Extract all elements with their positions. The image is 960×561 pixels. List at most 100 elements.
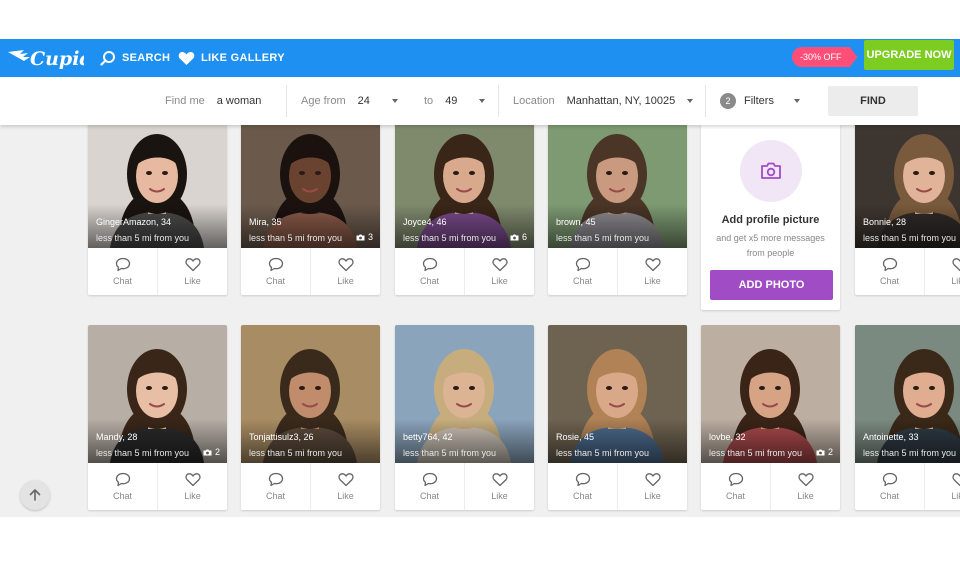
chat-button[interactable]: Chat [241, 248, 310, 295]
like-label: Like [644, 276, 661, 286]
profile-card[interactable]: Tonjattisulz3, 26 less than 5 mi from you… [241, 325, 380, 510]
chat-bubble-icon [882, 472, 897, 487]
nav-search-link[interactable]: SEARCH [100, 39, 170, 77]
profile-card[interactable]: Bonnie, 28 less than 5 mi from you Chat Lik… [855, 125, 960, 295]
app-root: Cupid SEARCH LIKE GALLERY -30% OFF UPGRA… [0, 0, 960, 561]
nav-like-gallery-link[interactable]: LIKE GALLERY [178, 39, 285, 77]
like-label: Like [644, 491, 661, 501]
chat-label: Chat [265, 276, 285, 286]
profile-distance: less than 5 mi from you [709, 448, 803, 458]
like-button[interactable]: Like [617, 248, 687, 295]
heart-icon [644, 473, 661, 487]
like-label: Like [491, 276, 508, 286]
chevron-down-icon [687, 99, 694, 103]
add-photo-button[interactable]: ADD PHOTO [710, 270, 833, 300]
chat-button[interactable]: Chat [548, 248, 617, 295]
divider [286, 85, 287, 117]
filters-label: Filters [744, 95, 774, 107]
heart-icon [951, 473, 960, 487]
like-button[interactable]: Like [617, 463, 687, 510]
chat-button[interactable]: Chat [241, 463, 310, 510]
like-button[interactable]: Like [310, 463, 380, 510]
like-button[interactable]: Like [464, 463, 534, 510]
like-button[interactable]: Like [310, 248, 380, 295]
like-button[interactable]: Like [464, 248, 534, 295]
profile-photo[interactable]: Tonjattisulz3, 26 less than 5 mi from you [241, 325, 380, 463]
profile-photo[interactable]: Antoinette, 33 less than 5 mi from you [855, 325, 960, 463]
chat-bubble-icon [268, 257, 283, 272]
profile-name-age: Antoinette, 33 [863, 432, 919, 442]
like-button[interactable]: Like [157, 248, 227, 295]
profile-card[interactable]: GingerAmazon, 34 less than 5 mi from you C… [88, 125, 227, 295]
camera-icon [356, 234, 365, 240]
camera-icon [510, 234, 519, 240]
profile-card[interactable]: Rosie, 45 less than 5 mi from you Chat Like [548, 325, 687, 510]
age-to-select[interactable]: to 49 [424, 77, 486, 125]
photo-count: 3 [356, 232, 373, 242]
profile-photo[interactable]: brown, 45 less than 5 mi from you [548, 125, 687, 248]
profile-card[interactable]: Antoinette, 33 less than 5 mi from you Cha… [855, 325, 960, 510]
profile-name-age: lovbe, 32 [709, 432, 746, 442]
like-button[interactable]: Like [924, 248, 960, 295]
filters-dropdown[interactable]: 2 Filters [720, 77, 800, 125]
chat-button[interactable]: Chat [88, 463, 157, 510]
profile-photo[interactable]: Bonnie, 28 less than 5 mi from you [855, 125, 960, 248]
profile-photo[interactable]: Mandy, 28 less than 5 mi from you 2 [88, 325, 227, 463]
heart-icon [337, 473, 354, 487]
profile-distance: less than 5 mi from you [556, 233, 650, 243]
find-me-select[interactable]: Find me a woman [165, 77, 261, 125]
like-button[interactable]: Like [770, 463, 840, 510]
profile-photo[interactable]: betty764, 42 less than 5 mi from you [395, 325, 534, 463]
upgrade-now-button[interactable]: UPGRADE NOW [864, 40, 954, 70]
nav-search-label: SEARCH [122, 52, 171, 64]
chat-button[interactable]: Chat [701, 463, 770, 510]
find-button[interactable]: FIND [828, 86, 918, 116]
chat-button[interactable]: Chat [548, 463, 617, 510]
photo-count: 2 [816, 447, 833, 457]
like-label: Like [184, 276, 201, 286]
chevron-down-icon [391, 99, 398, 103]
profile-card[interactable]: Mandy, 28 less than 5 mi from you 2 Chat Lik… [88, 325, 227, 510]
profile-photo[interactable]: GingerAmazon, 34 less than 5 mi from you [88, 125, 227, 248]
photo-count: 6 [510, 232, 527, 242]
back-to-top-button[interactable] [20, 480, 50, 510]
profile-photo[interactable]: Mira, 35 less than 5 mi from you 3 [241, 125, 380, 248]
profile-distance: less than 5 mi from you [863, 448, 957, 458]
profile-photo[interactable]: Joyce4, 46 less than 5 mi from you 6 [395, 125, 534, 248]
profile-photo[interactable]: lovbe, 32 less than 5 mi from you 2 [701, 325, 840, 463]
profile-photo[interactable]: Rosie, 45 less than 5 mi from you [548, 325, 687, 463]
heart-icon [797, 473, 814, 487]
chat-bubble-icon [268, 472, 283, 487]
photo-count: 2 [203, 447, 220, 457]
like-button[interactable]: Like [924, 463, 960, 510]
search-filter-bar: Find me a woman Age from 24 to 49 Locati… [0, 77, 960, 125]
chat-button[interactable]: Chat [395, 463, 464, 510]
location-select[interactable]: Location Manhattan, NY, 10025 [513, 77, 694, 125]
cupid-logo[interactable]: Cupid [6, 41, 84, 75]
divider [498, 85, 499, 117]
location-value: Manhattan, NY, 10025 [566, 95, 676, 107]
profile-card[interactable]: lovbe, 32 less than 5 mi from you 2 Chat Lik… [701, 325, 840, 510]
age-to-label: to [424, 95, 434, 107]
add-profile-picture-subtitle: and get x5 more messages from people [716, 233, 825, 258]
profile-card[interactable]: Mira, 35 less than 5 mi from you 3 Chat Like [241, 125, 380, 295]
heart-icon [184, 473, 201, 487]
profile-name-age: Bonnie, 28 [863, 217, 907, 227]
profile-actions: Chat Like [88, 248, 227, 295]
like-button[interactable]: Like [157, 463, 227, 510]
photo-count-value: 2 [214, 447, 220, 457]
chat-button[interactable]: Chat [855, 463, 924, 510]
age-from-label: Age from [301, 95, 346, 107]
heart-icon [491, 258, 508, 272]
profile-card[interactable]: Joyce4, 46 less than 5 mi from you 6 Chat Li… [395, 125, 534, 295]
profile-card[interactable]: brown, 45 less than 5 mi from you Chat Like [548, 125, 687, 295]
profile-actions: Chat Like [548, 463, 687, 510]
profile-card[interactable]: betty764, 42 less than 5 mi from you Chat L… [395, 325, 534, 510]
camera-icon [761, 162, 781, 179]
chat-button[interactable]: Chat [855, 248, 924, 295]
camera-icon-circle[interactable] [740, 140, 802, 202]
chat-button[interactable]: Chat [88, 248, 157, 295]
like-label: Like [951, 491, 960, 501]
age-from-select[interactable]: Age from 24 [301, 77, 398, 125]
chat-button[interactable]: Chat [395, 248, 464, 295]
